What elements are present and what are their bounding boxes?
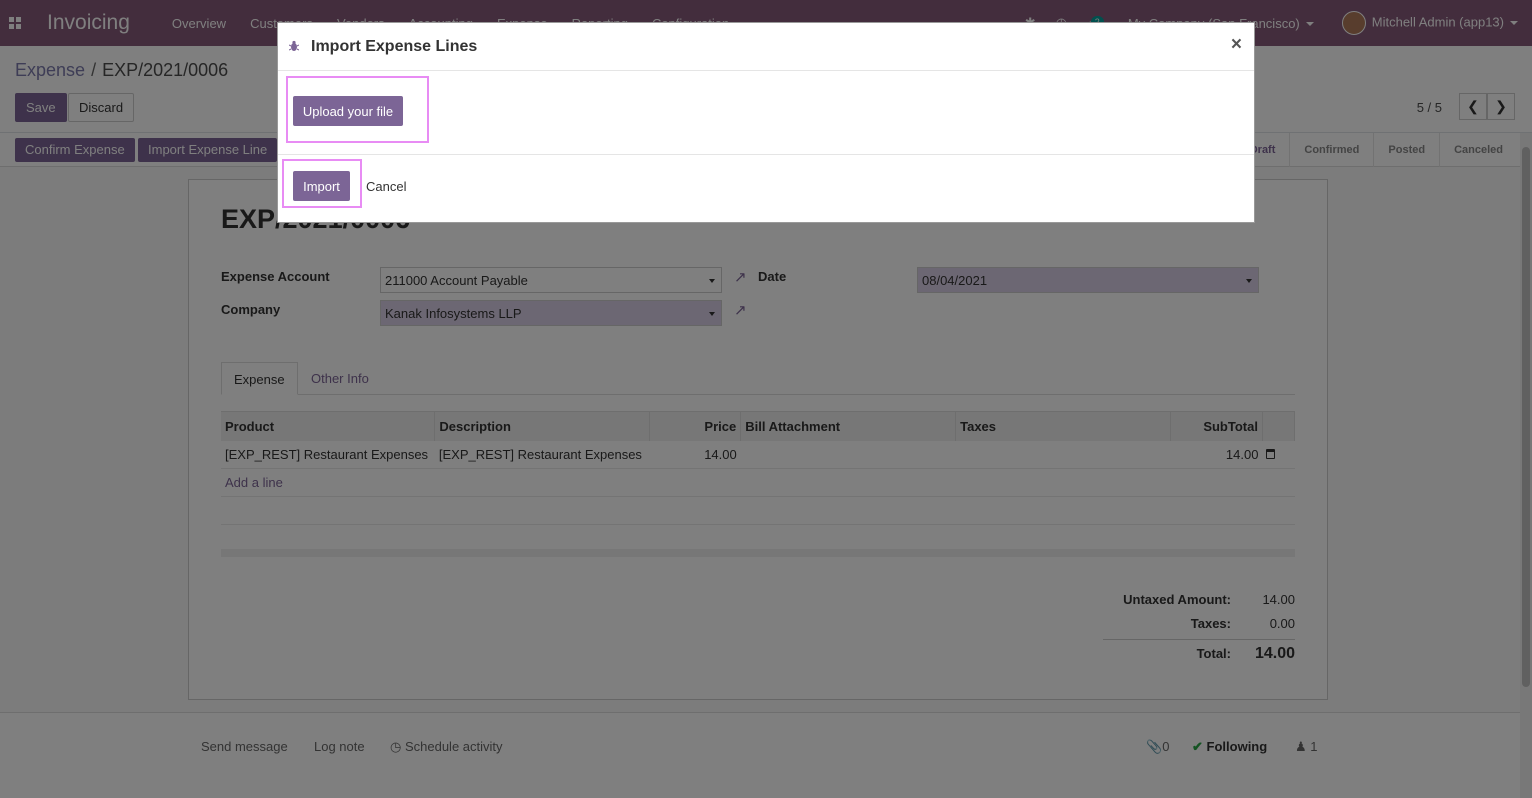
close-icon[interactable]: ×: [1231, 34, 1242, 56]
upload-file-button[interactable]: Upload your file: [293, 96, 403, 126]
import-button[interactable]: Import: [293, 171, 350, 201]
modal-title: Import Expense Lines: [311, 38, 478, 55]
bug-icon: [289, 40, 299, 51]
modal-header: Import Expense Lines ×: [278, 23, 1254, 71]
import-expense-lines-dialog: Import Expense Lines × Upload your file …: [277, 22, 1255, 223]
cancel-button[interactable]: Cancel: [366, 179, 406, 194]
